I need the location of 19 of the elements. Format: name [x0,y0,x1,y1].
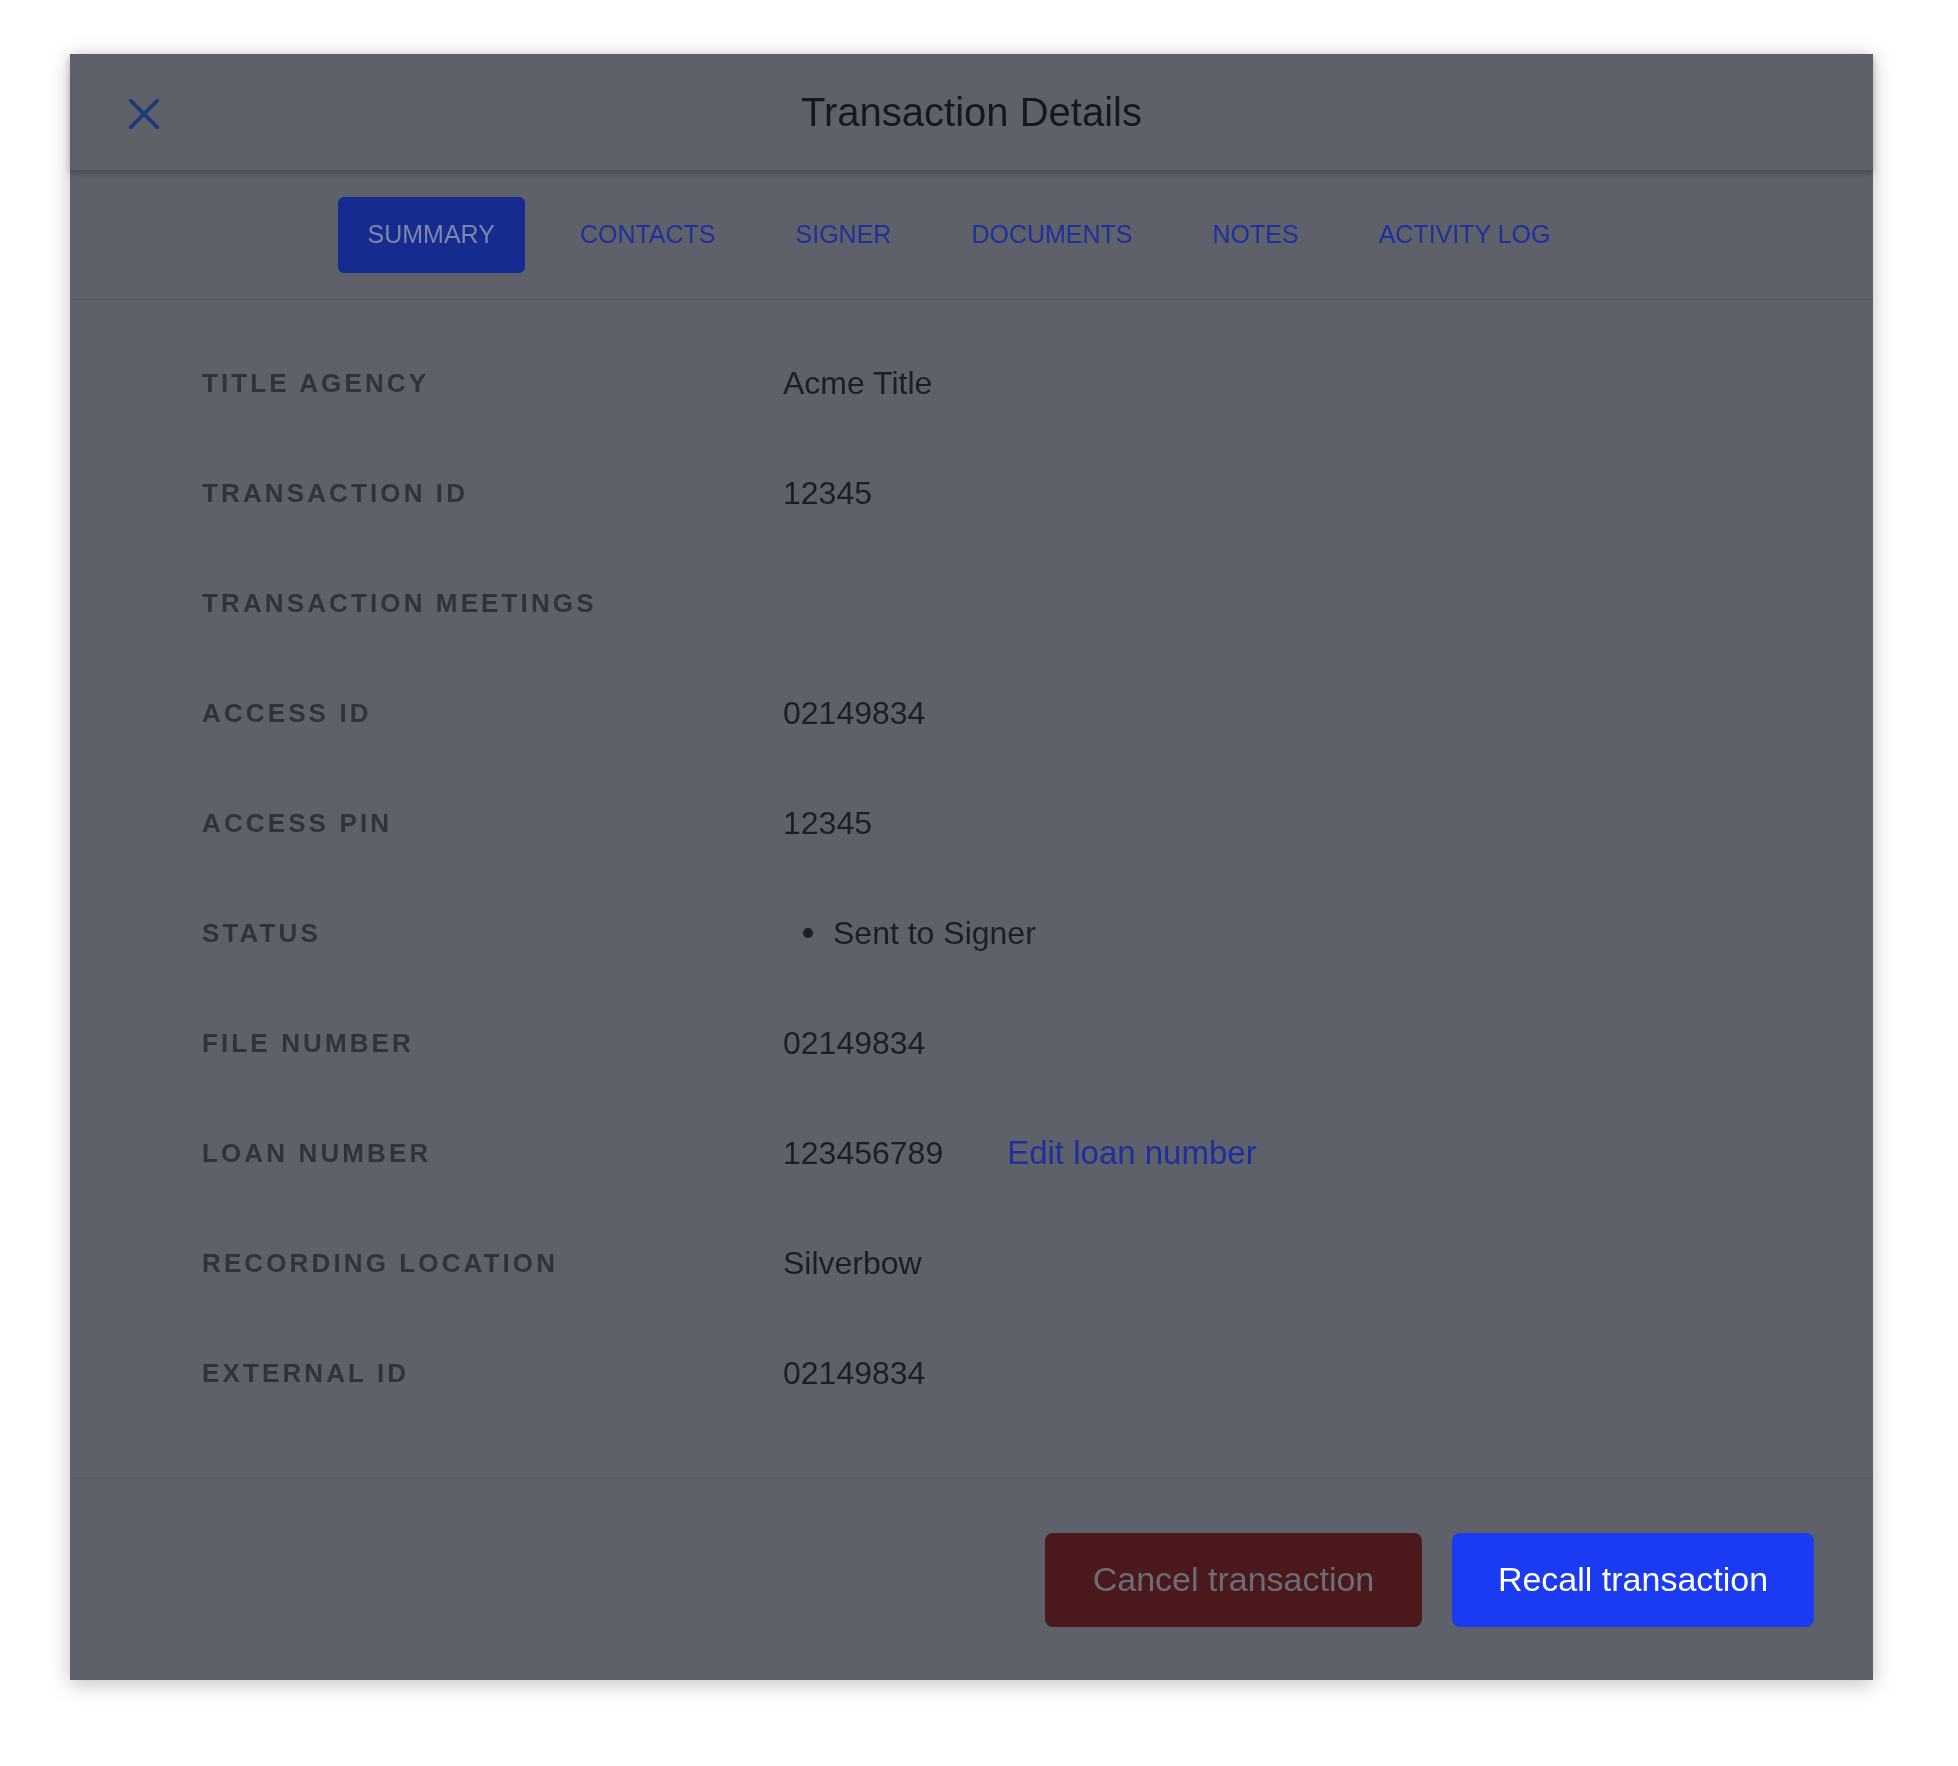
field-value: 02149834 [783,1024,926,1063]
edit-link[interactable]: Edit loan number [1007,1128,1257,1178]
tab[interactable]: ACTIVITY LOG [1353,196,1576,273]
field-value: 02149834 [783,1354,926,1393]
tab[interactable]: SIGNER [770,196,917,273]
tab[interactable]: CONTACTS [554,196,741,273]
field-value: Acme Title [783,364,933,403]
tab[interactable]: DOCUMENTS [946,196,1158,273]
field-value: 12345 [783,804,872,843]
field-value: 123456789 [783,1134,944,1173]
tab[interactable]: SUMMARY [337,196,525,273]
field-value: 02149834 [783,694,926,733]
field-value: Silverbow [783,1244,922,1283]
dialog-title: Transaction Details [801,89,1142,136]
field-value: Sent to Signer [833,914,1036,953]
tab[interactable]: NOTES [1187,196,1324,273]
cancel-button[interactable]: Cancel transaction [1045,1532,1422,1627]
field-value: 12345 [783,474,872,513]
recall-button[interactable]: Recall transaction [1452,1532,1814,1627]
